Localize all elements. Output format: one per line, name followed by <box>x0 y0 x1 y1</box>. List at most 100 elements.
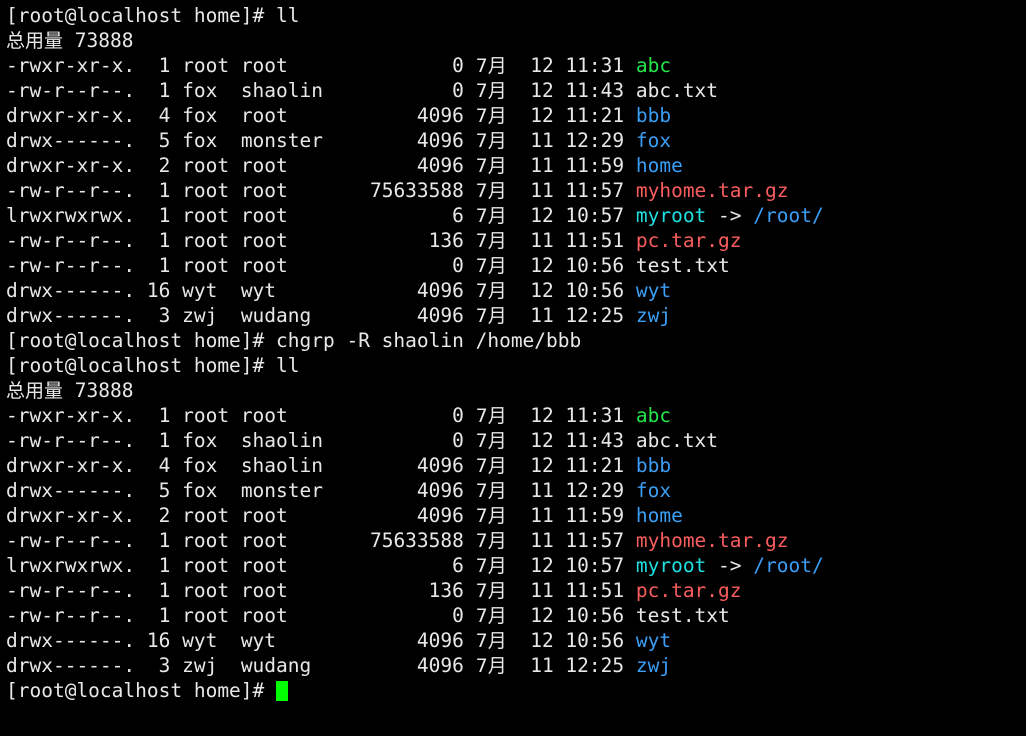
total-size-line: 总用量 73888 <box>6 28 1026 53</box>
file-datetime: 11 11:51 <box>506 579 636 602</box>
file-permissions: -rw-r--r--. <box>6 229 136 252</box>
file-group: monster <box>240 129 359 152</box>
total-label: 总用量 <box>6 380 64 402</box>
text-cursor <box>276 681 289 701</box>
file-listing-row: -rw-r--r--. 1 root root 0 7月 12 10:56 te… <box>6 603 1026 628</box>
file-owner: fox <box>182 429 241 452</box>
file-permissions: lrwxrwxrwx. <box>6 554 136 577</box>
terminal-prompt-line: [root@localhost home]# ll <box>6 3 1026 28</box>
file-datetime: 12 11:21 <box>506 104 636 127</box>
file-owner: zwj <box>182 304 241 327</box>
file-group: root <box>240 504 359 527</box>
file-listing-row: -rw-r--r--. 1 root root 75633588 7月 11 1… <box>6 178 1026 203</box>
file-permissions: drwx------. <box>6 304 136 327</box>
file-listing-row: -rw-r--r--. 1 root root 136 7月 11 11:51 … <box>6 578 1026 603</box>
file-link-count: 1 <box>135 254 183 277</box>
file-size: 4096 <box>358 504 476 527</box>
file-size: 6 <box>358 204 476 227</box>
file-owner: root <box>182 554 241 577</box>
file-listing-row: -rw-r--r--. 1 root root 75633588 7月 11 1… <box>6 528 1026 553</box>
file-owner: wyt <box>182 629 241 652</box>
file-owner: wyt <box>182 279 241 302</box>
file-datetime: 11 12:25 <box>506 654 636 677</box>
file-group: root <box>240 529 359 552</box>
file-listing-row: drwx------. 3 zwj wudang 4096 7月 11 12:2… <box>6 653 1026 678</box>
file-month: 7月 <box>475 55 507 77</box>
file-datetime: 11 11:57 <box>506 529 636 552</box>
file-datetime: 12 10:56 <box>506 279 636 302</box>
file-size: 4096 <box>358 629 476 652</box>
file-permissions: -rw-r--r--. <box>6 179 136 202</box>
file-name: abc <box>635 54 672 77</box>
file-group: wudang <box>240 654 359 677</box>
file-name: bbb <box>635 454 672 477</box>
total-value: 73888 <box>63 379 134 402</box>
file-permissions: -rwxr-xr-x. <box>6 404 136 427</box>
file-datetime: 12 11:43 <box>506 429 636 452</box>
file-permissions: drwx------. <box>6 129 136 152</box>
terminal-prompt-line: [root@localhost home]# ll <box>6 353 1026 378</box>
file-name: wyt <box>635 279 672 302</box>
file-name: zwj <box>635 304 672 327</box>
file-link-count: 1 <box>135 179 183 202</box>
file-listing-row: drwxr-xr-x. 2 root root 4096 7月 11 11:59… <box>6 503 1026 528</box>
symlink-target: /root/ <box>753 204 824 227</box>
file-size: 6 <box>358 554 476 577</box>
file-month: 7月 <box>475 505 507 527</box>
file-group: root <box>240 254 359 277</box>
file-datetime: 12 10:57 <box>506 554 636 577</box>
file-name: home <box>635 504 683 527</box>
file-listing-row: drwx------. 16 wyt wyt 4096 7月 12 10:56 … <box>6 278 1026 303</box>
file-datetime: 11 11:57 <box>506 179 636 202</box>
file-listing-row: -rw-r--r--. 1 root root 136 7月 11 11:51 … <box>6 228 1026 253</box>
file-month: 7月 <box>475 630 507 652</box>
terminal-screen[interactable]: [root@localhost home]# ll 总用量 73888 -rwxr-… <box>0 0 1026 736</box>
file-name: myhome.tar.gz <box>635 529 789 552</box>
prompt-label: [root@localhost home]# <box>6 679 265 702</box>
file-month: 7月 <box>475 305 507 327</box>
file-name: home <box>635 154 683 177</box>
file-month: 7月 <box>475 280 507 302</box>
file-size: 0 <box>358 79 476 102</box>
file-group: wudang <box>240 304 359 327</box>
file-group: root <box>240 154 359 177</box>
file-listing-row: drwx------. 16 wyt wyt 4096 7月 12 10:56 … <box>6 628 1026 653</box>
file-permissions: drwxr-xr-x. <box>6 104 136 127</box>
file-permissions: -rw-r--r--. <box>6 429 136 452</box>
file-month: 7月 <box>475 480 507 502</box>
file-group: root <box>240 54 359 77</box>
file-datetime: 12 11:31 <box>506 54 636 77</box>
file-month: 7月 <box>475 130 507 152</box>
file-size: 4096 <box>358 454 476 477</box>
file-month: 7月 <box>475 205 507 227</box>
file-listing-row: drwx------. 5 fox monster 4096 7月 11 12:… <box>6 128 1026 153</box>
prompt-label: [root@localhost home]# <box>6 329 265 352</box>
file-listing-row: -rwxr-xr-x. 1 root root 0 7月 12 11:31 ab… <box>6 53 1026 78</box>
file-link-count: 1 <box>135 604 183 627</box>
total-value: 73888 <box>63 29 134 52</box>
file-link-count: 16 <box>135 279 183 302</box>
file-permissions: -rw-r--r--. <box>6 529 136 552</box>
file-permissions: drwxr-xr-x. <box>6 504 136 527</box>
file-group: root <box>240 579 359 602</box>
terminal-prompt-line: [root@localhost home]# <box>6 678 1026 703</box>
file-group: root <box>240 179 359 202</box>
symlink-arrow-icon: -> <box>706 204 754 227</box>
file-listing-row: drwxr-xr-x. 4 fox root 4096 7月 12 11:21 … <box>6 103 1026 128</box>
file-permissions: -rw-r--r--. <box>6 604 136 627</box>
file-link-count: 4 <box>135 454 183 477</box>
file-permissions: drwx------. <box>6 479 136 502</box>
file-size: 4096 <box>358 654 476 677</box>
file-name: fox <box>635 129 672 152</box>
file-size: 0 <box>358 604 476 627</box>
command-text: ll <box>264 354 300 377</box>
file-month: 7月 <box>475 455 507 477</box>
file-month: 7月 <box>475 255 507 277</box>
file-group: root <box>240 204 359 227</box>
symlink-arrow-icon: -> <box>706 554 754 577</box>
file-owner: root <box>182 54 241 77</box>
file-link-count: 1 <box>135 79 183 102</box>
file-group: shaolin <box>240 79 359 102</box>
file-size: 0 <box>358 254 476 277</box>
file-datetime: 12 10:56 <box>506 629 636 652</box>
